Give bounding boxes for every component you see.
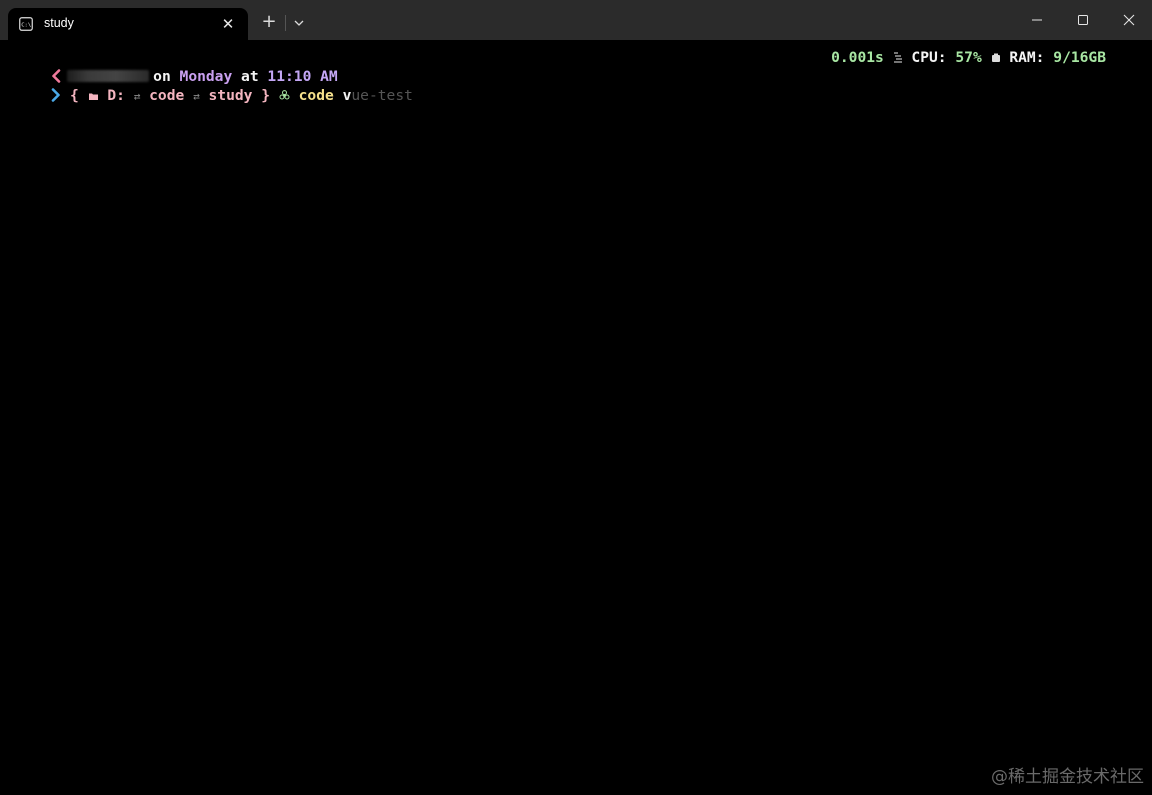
- autosuggestion-text: ue-test: [351, 87, 413, 104]
- stopwatch-icon: [893, 52, 902, 63]
- folder-icon: [88, 93, 98, 100]
- cpu-value: 57%: [955, 49, 982, 66]
- watermark: @稀土掘金技术社区: [991, 767, 1144, 787]
- command-text: code: [298, 87, 334, 104]
- chevron-right-icon: [51, 88, 60, 102]
- tab-separator: [285, 15, 286, 31]
- new-tab-button[interactable]: +: [258, 12, 280, 34]
- path-drive: D:: [107, 87, 125, 104]
- ram-label: RAM:: [1009, 49, 1045, 66]
- path-separator-2: ⇄: [193, 90, 200, 103]
- prompt-line-2[interactable]: { D: ⇄ code ⇄ study } code vue-test: [16, 67, 413, 104]
- prompt-line-1: on Monday at 11:10 AM: [16, 48, 338, 85]
- svg-text:C:\: C:\: [21, 22, 31, 28]
- terminal-icon: C:\: [19, 17, 33, 31]
- path-dir-study: study: [208, 87, 253, 104]
- memory-icon: [991, 53, 1000, 62]
- close-tab-button[interactable]: ✕: [216, 12, 240, 36]
- tab-title: study: [44, 16, 74, 30]
- status-segment: 0.001s CPU: 57% RAM: 9/16GB: [831, 48, 1106, 67]
- close-brace: }: [261, 87, 271, 104]
- tab-study[interactable]: C:\ study ✕: [8, 8, 248, 40]
- title-bar: C:\ study ✕ +: [0, 0, 1152, 40]
- chevron-down-icon[interactable]: [290, 15, 308, 31]
- cpu-label: CPU:: [911, 49, 947, 66]
- duration-label: 0.001s: [831, 49, 884, 66]
- path-dir-code: code: [149, 87, 185, 104]
- maximize-icon[interactable]: [1060, 0, 1106, 40]
- biohazard-icon: [279, 90, 290, 100]
- path-separator-1: ⇄: [133, 90, 141, 103]
- close-icon[interactable]: [1106, 0, 1152, 40]
- minimize-icon[interactable]: [1014, 0, 1060, 40]
- open-brace: {: [69, 87, 79, 104]
- ram-value: 9/16GB: [1053, 49, 1106, 66]
- terminal-pane[interactable]: on Monday at 11:10 AM 0.001s CPU: 57% RA…: [0, 40, 1152, 795]
